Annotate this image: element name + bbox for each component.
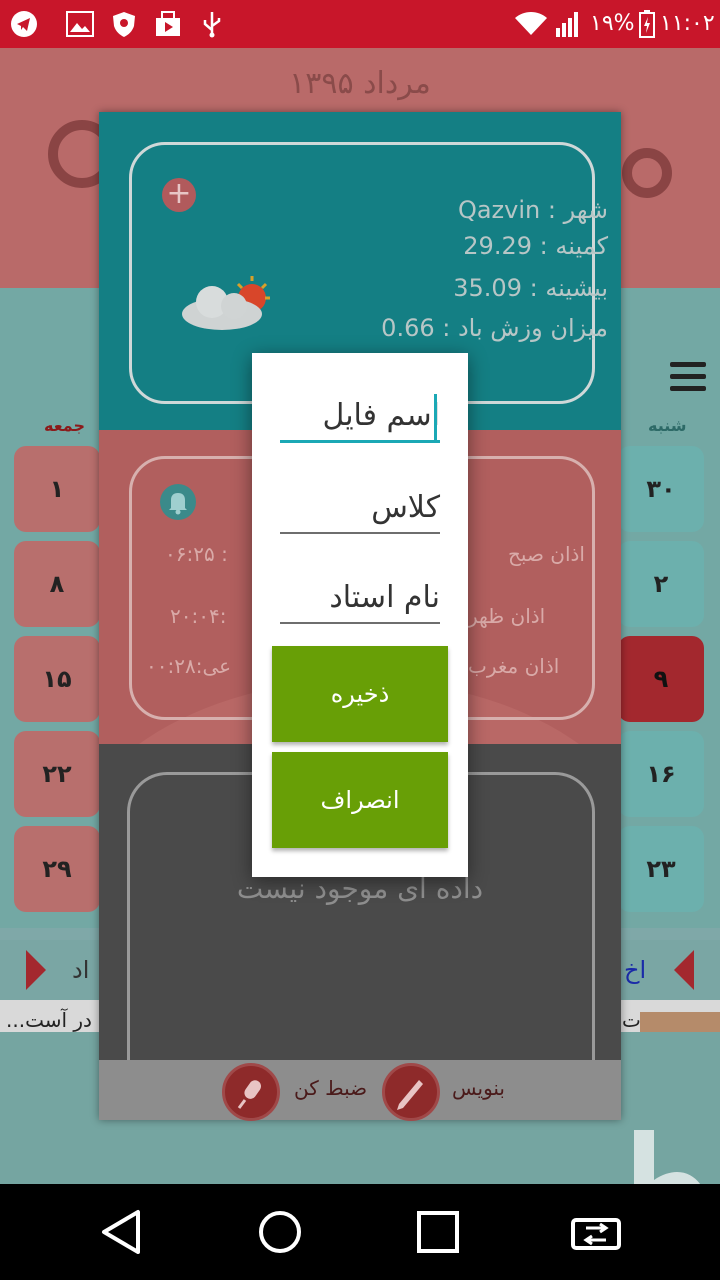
chevron-right-icon[interactable] — [26, 950, 46, 990]
menu-icon[interactable] — [670, 362, 706, 392]
battery-percent: ۱۹% — [590, 11, 635, 36]
dhuhr-time: ۲۰:۰۴: — [170, 604, 227, 628]
news-strip-right: ت — [622, 1008, 641, 1032]
media-icon — [154, 10, 182, 38]
record-button[interactable] — [222, 1063, 280, 1121]
day-cell[interactable]: ۸ — [14, 541, 100, 627]
write-label[interactable]: بنویس — [452, 1076, 505, 1100]
news-strip-left: در آست... — [6, 1008, 92, 1032]
status-bar: ۱۹% ۱۱:۰۲ — [0, 0, 720, 48]
fajr-label: اذان صبح — [508, 542, 585, 566]
teacher-name-input[interactable]: نام استاد — [280, 578, 440, 624]
recent-apps-icon[interactable] — [416, 1210, 460, 1254]
home-icon[interactable] — [258, 1210, 302, 1254]
dhuhr-label: اذان ظهر — [468, 604, 546, 628]
back-icon[interactable] — [100, 1208, 144, 1256]
wifi-icon — [514, 10, 548, 38]
month-title: مرداد ۱۳۹۵ — [289, 66, 431, 101]
day-cell[interactable]: ۲۳ — [618, 826, 704, 912]
day-cell[interactable]: ۲۲ — [14, 731, 100, 817]
signal-icon — [554, 10, 582, 38]
weather-max-temp: بیشینه : 35.09 — [453, 274, 608, 302]
day-header-friday: جمعه — [44, 416, 85, 435]
battery-icon — [636, 10, 658, 38]
save-button[interactable]: ذخیره — [272, 646, 448, 742]
day-cell[interactable]: ۱۶ — [618, 731, 704, 817]
write-button[interactable] — [382, 1063, 440, 1121]
switch-keyboard-icon[interactable] — [570, 1210, 626, 1254]
clock: ۱۱:۰۲ — [660, 11, 715, 36]
weather-wind: میزان وزش باد : 0.66 — [381, 314, 608, 342]
day-cell[interactable]: ۲۹ — [14, 826, 100, 912]
vpn-shield-icon — [110, 10, 138, 38]
news-thumbnail — [640, 1012, 720, 1032]
add-city-icon[interactable]: + — [162, 178, 196, 212]
class-input[interactable]: کلاس — [280, 488, 440, 534]
partly-cloudy-icon — [178, 276, 274, 332]
cancel-button[interactable]: انصراف — [272, 752, 448, 848]
news-text-right: اخ — [624, 956, 647, 984]
record-label[interactable]: ضبط کن — [294, 1076, 367, 1100]
file-name-input[interactable]: اسم فایل — [280, 396, 440, 443]
weather-city: شهر : Qazvin — [457, 196, 608, 224]
navigation-bar — [0, 1184, 720, 1280]
weather-min-temp: کمینه : 29.29 — [463, 232, 608, 260]
day-cell[interactable]: ۱ — [14, 446, 100, 532]
text-cursor — [434, 394, 437, 440]
telegram-icon — [10, 10, 38, 38]
fajr-time: ۰۶:۲۵ : — [165, 542, 228, 566]
maghrib-label: اذان مغرب — [468, 654, 560, 678]
chevron-left-icon[interactable] — [674, 950, 694, 990]
ring-decoration — [622, 148, 672, 198]
day-cell[interactable]: ۲ — [618, 541, 704, 627]
day-cell[interactable]: ۱۵ — [14, 636, 100, 722]
news-text-left: اد — [72, 956, 90, 984]
day-header-saturday: شنبه — [648, 416, 687, 435]
alarm-bell-icon[interactable] — [160, 484, 196, 520]
image-icon — [66, 10, 94, 38]
day-cell[interactable]: ۳۰ — [618, 446, 704, 532]
day-cell-today[interactable]: ۹ — [618, 636, 704, 722]
microphone-icon — [237, 1080, 262, 1109]
pencil-icon — [397, 1080, 423, 1110]
maghrib-time: ۰۰:۲۸:عی — [146, 654, 232, 678]
usb-icon — [198, 10, 226, 38]
